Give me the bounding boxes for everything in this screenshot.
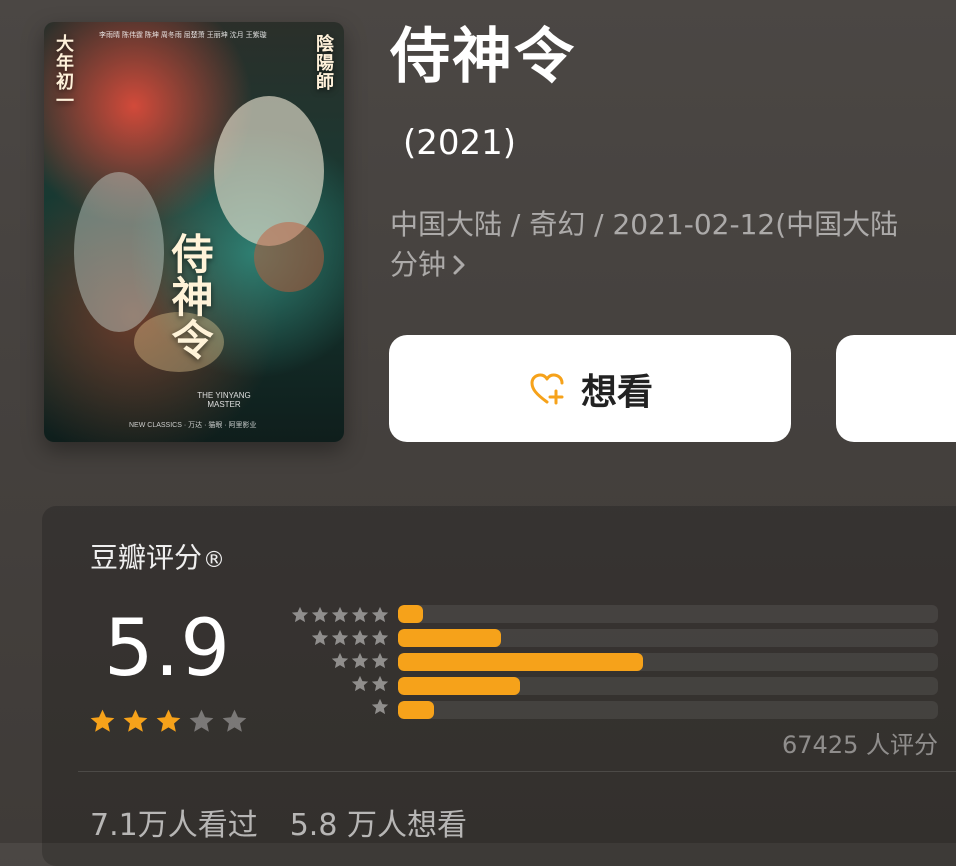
distribution-star-row-4 — [280, 626, 390, 649]
distribution-star-row-5 — [280, 603, 390, 626]
meta-line-2: 分钟 — [390, 245, 956, 285]
star-icon — [331, 652, 349, 668]
distribution-bar-track-5 — [398, 605, 938, 623]
rating-section-title: 豆瓣评分® — [90, 536, 225, 576]
poster-logos: NEW CLASSICS · 万达 · 猫眼 · 阿里影业 — [129, 422, 257, 429]
star-icon — [311, 606, 329, 622]
star-icon — [371, 629, 389, 645]
movie-title: 侍神令 — [390, 22, 576, 92]
distribution-bar-track-4 — [398, 629, 938, 647]
distribution-bar-fill-5 — [398, 605, 423, 623]
star-icon — [351, 675, 369, 691]
want-to-watch-label: 想看 — [580, 371, 653, 413]
star-icon — [291, 606, 309, 622]
poster-calligraphy-title: 侍神令 — [165, 232, 214, 361]
star-icon — [90, 709, 115, 732]
poster-right-vertical-text: 陰陽師 — [313, 34, 334, 91]
watch-stats: 7.1万人看过 5.8 万人想看 — [90, 800, 467, 844]
star-icon — [351, 629, 369, 645]
rating-count[interactable]: 67425 人评分 — [768, 725, 938, 760]
star-icon — [123, 709, 148, 732]
movie-poster[interactable]: 李雨晴 陈伟霆 陈坤 周冬雨 屈楚萧 王丽坤 沈月 王紫璇 大年初一 陰陽師 侍… — [44, 22, 344, 442]
rating-stars — [88, 707, 249, 736]
distribution-bar-track-2 — [398, 677, 938, 695]
meta-line-1: 中国大陆 / 奇幻 / 2021-02-12(中国大陆 — [390, 208, 899, 241]
seen-count[interactable]: 7.1万人看过 — [90, 800, 258, 844]
distribution-bar-track-1 — [398, 701, 938, 719]
star-icon — [351, 606, 369, 622]
poster-left-vertical-text: 大年初一 — [53, 34, 74, 110]
star-icon — [331, 606, 349, 622]
star-icon — [351, 652, 369, 668]
heart-plus-icon — [527, 369, 567, 409]
chevron-right-icon — [450, 245, 468, 285]
distribution-bar-fill-4 — [398, 629, 502, 647]
star-icon — [371, 606, 389, 622]
divider — [78, 771, 956, 772]
poster-figure-light — [214, 96, 324, 246]
rating-score: 5.9 — [104, 604, 232, 694]
poster-figure-left — [74, 172, 164, 332]
distribution-star-row-2 — [280, 672, 390, 695]
poster-credits: 李雨晴 陈伟霆 陈坤 周冬雨 屈楚萧 王丽坤 沈月 王紫璇 — [99, 32, 267, 39]
star-icon — [156, 709, 181, 732]
movie-year: (2021) — [403, 123, 517, 163]
star-icon — [371, 698, 389, 714]
poster-red-accent — [254, 222, 324, 292]
distribution-bar-fill-1 — [398, 701, 434, 719]
rating-section-title-text: 豆瓣评分 — [90, 541, 203, 574]
rating-distribution-stars — [280, 603, 390, 718]
star-icon — [371, 675, 389, 691]
rating-distribution-bars — [398, 605, 938, 725]
want-count[interactable]: 5.8 万人想看 — [290, 800, 467, 844]
distribution-bar-fill-3 — [398, 653, 644, 671]
want-to-watch-button[interactable]: 想看 — [389, 335, 791, 442]
star-icon — [222, 709, 247, 732]
watched-button[interactable] — [836, 335, 956, 442]
star-icon — [189, 709, 214, 732]
distribution-bar-fill-2 — [398, 677, 521, 695]
star-icon — [311, 629, 329, 645]
distribution-star-row-1 — [280, 695, 390, 718]
poster-english-title: THE YINYANG MASTER — [197, 391, 251, 409]
movie-meta[interactable]: 中国大陆 / 奇幻 / 2021-02-12(中国大陆 分钟 — [390, 205, 956, 285]
distribution-bar-track-3 — [398, 653, 938, 671]
meta-line-2-text: 分钟 — [390, 248, 447, 281]
star-icon — [331, 629, 349, 645]
star-icon — [371, 652, 389, 668]
registered-mark: ® — [203, 548, 226, 573]
distribution-star-row-3 — [280, 649, 390, 672]
